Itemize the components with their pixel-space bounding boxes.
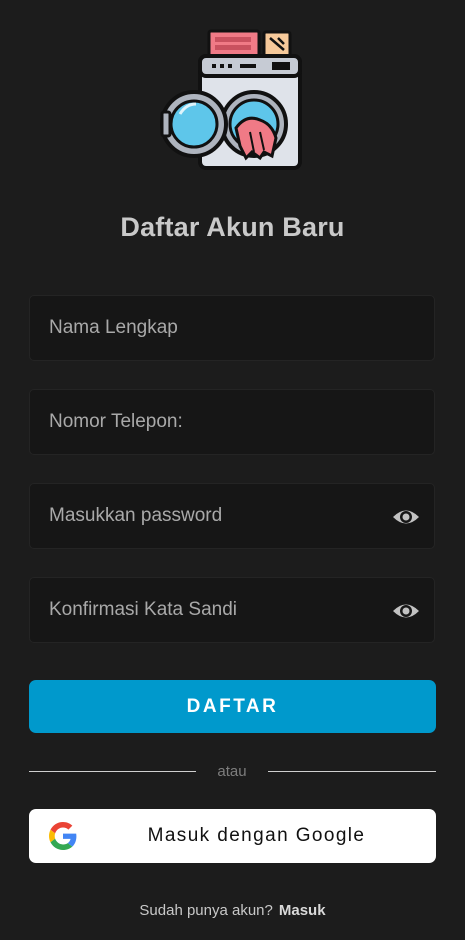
phone-input[interactable]	[30, 390, 434, 454]
phone-field-container	[29, 389, 435, 455]
eye-icon[interactable]	[392, 598, 420, 624]
login-link[interactable]: Masuk	[279, 902, 326, 919]
login-prompt-text: Sudah punya akun?	[139, 902, 273, 919]
name-input[interactable]	[30, 296, 434, 360]
register-button[interactable]: DAFTAR	[29, 680, 436, 733]
washing-machine-icon	[160, 29, 302, 170]
page-title: Daftar Akun Baru	[120, 212, 345, 242]
google-signin-button[interactable]: Masuk dengan Google	[29, 809, 436, 863]
divider-right	[268, 771, 436, 772]
divider-left	[29, 771, 196, 772]
name-field-container	[29, 295, 435, 361]
login-prompt: Sudah punya akun? Masuk	[0, 902, 465, 919]
eye-icon[interactable]	[392, 504, 420, 530]
confirm-password-input[interactable]	[30, 578, 434, 642]
password-input[interactable]	[30, 484, 434, 548]
divider-text: atau	[217, 763, 247, 780]
google-signin-label: Masuk dengan Google	[147, 825, 366, 846]
password-field-container	[29, 483, 435, 549]
confirm-password-field-container	[29, 577, 435, 643]
